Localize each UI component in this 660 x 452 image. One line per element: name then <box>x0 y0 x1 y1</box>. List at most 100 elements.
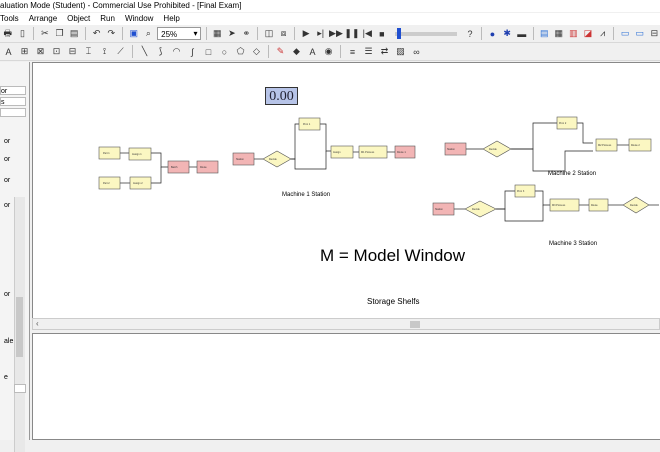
storage-icon[interactable]: ⊟ <box>649 27 660 40</box>
zoom-select[interactable]: 25% <box>157 27 201 40</box>
pause-icon[interactable]: ❚❚ <box>344 27 359 40</box>
arc-icon[interactable]: ◠ <box>170 45 183 58</box>
fill-pattern-icon[interactable]: ▨ <box>394 45 407 58</box>
background-color-icon[interactable]: ◉ <box>322 45 335 58</box>
spreadsheet-window[interactable] <box>32 333 660 440</box>
module-label: or <box>4 138 11 145</box>
zoom-icon[interactable]: ⌕ <box>143 27 155 40</box>
fill-color-icon[interactable]: ◆ <box>290 45 303 58</box>
rectangle-icon[interactable]: □ <box>202 45 215 58</box>
run-speed-slider[interactable] <box>394 27 458 39</box>
menu-tools[interactable]: Tools <box>0 13 19 25</box>
histogram-icon[interactable]: ▥ <box>568 27 580 40</box>
svg-text:Route: Route <box>200 166 207 169</box>
project-bar-field[interactable] <box>0 108 26 117</box>
help-icon[interactable]: ? <box>464 27 476 40</box>
horizontal-scroll-thumb[interactable] <box>410 321 420 328</box>
menu-window[interactable]: Window <box>125 13 153 25</box>
window-title: aluation Mode (Student) - Commercial Use… <box>0 0 660 12</box>
scroll-left-icon[interactable]: ‹ <box>36 319 39 328</box>
segment-icon[interactable]: ⟋ <box>114 45 127 58</box>
split-screen-icon[interactable]: ◫ <box>263 27 275 40</box>
menu-arrange[interactable]: Arrange <box>29 13 57 25</box>
paste-icon[interactable]: ▤ <box>68 27 80 40</box>
horizontal-scrollbar[interactable]: ‹ <box>32 318 660 330</box>
animate-icon[interactable]: ✱ <box>501 27 513 40</box>
line-icon[interactable]: ╲ <box>138 45 151 58</box>
line-color-icon[interactable]: ✎ <box>274 45 287 58</box>
machine-2-label: Machine 2 Station <box>548 171 597 177</box>
bar-icon[interactable]: ▬ <box>516 27 528 40</box>
menu-help[interactable]: Help <box>163 13 179 25</box>
print-icon[interactable]: 🖶 <box>2 27 14 40</box>
plot-icon[interactable]: ⩘ <box>597 27 609 40</box>
go-icon[interactable]: ▶ <box>300 27 312 40</box>
machine-1-label: Machine 1 Station <box>282 192 331 198</box>
slider-thumb[interactable] <box>396 27 401 39</box>
project-bar-field[interactable]: s <box>0 97 26 106</box>
module-label: or <box>4 291 11 298</box>
cut-icon[interactable]: ✂ <box>39 27 51 40</box>
menu-bar: Tools Arrange Object Run Window Help <box>0 13 660 25</box>
project-bar-field[interactable]: or <box>0 86 26 95</box>
submodel-icon[interactable]: ⧈ <box>278 27 290 40</box>
redo-icon[interactable]: ↷ <box>105 27 117 40</box>
end-icon[interactable]: ■ <box>376 27 388 40</box>
project-bar: or s or or or or or ale e <box>0 62 30 452</box>
draw-toolbar: A ⊞ ⊠ ⊡ ⊟ ⌶ ⟟ ⟋ ╲ ⟆ ◠ ∫ □ ○ ⬠ ◇ ✎ ◆ A ◉ … <box>0 43 660 61</box>
connect-icon[interactable]: ⚭ <box>241 27 253 40</box>
fast-forward-icon[interactable]: ▶▶ <box>329 27 343 40</box>
record-icon[interactable]: ● <box>487 27 499 40</box>
module-label: e <box>4 374 8 381</box>
line-width-icon[interactable]: ≡ <box>346 45 359 58</box>
route-icon[interactable]: ⊠ <box>34 45 47 58</box>
station-icon[interactable]: ⟟ <box>98 45 111 58</box>
conveyor-icon[interactable]: ⌶ <box>82 45 95 58</box>
model-window[interactable]: Part 1 Assign 1 Part 2 Assign 2 Batch Ro… <box>32 62 660 320</box>
svg-text:Station: Station <box>236 158 244 161</box>
svg-text:Part 1: Part 1 <box>103 152 110 155</box>
svg-text:Assign: Assign <box>333 151 341 154</box>
resource-icon[interactable]: ⊡ <box>50 45 63 58</box>
svg-text:Decide: Decide <box>630 204 638 207</box>
grid-icon[interactable]: ▦ <box>553 27 565 40</box>
polyline-icon[interactable]: ⟆ <box>154 45 167 58</box>
bezier-icon[interactable]: ∫ <box>186 45 199 58</box>
svg-text:Decide: Decide <box>489 148 497 151</box>
step-icon[interactable]: ▸| <box>315 27 327 40</box>
start-over-icon[interactable]: |◀ <box>361 27 373 40</box>
transporter-icon[interactable]: ⊟ <box>66 45 79 58</box>
level-icon[interactable]: ◪ <box>582 27 594 40</box>
svg-text:Route 2: Route 2 <box>631 144 640 147</box>
copy-icon[interactable]: ❐ <box>54 27 66 40</box>
insert-icon[interactable]: ⊞ <box>18 45 31 58</box>
queue-icon[interactable]: ▭ <box>634 27 646 40</box>
view-icon[interactable]: ▣ <box>128 27 140 40</box>
print-preview-icon[interactable]: ▯ <box>17 27 29 40</box>
machine-3-label: Machine 3 Station <box>549 241 598 247</box>
svg-text:Station: Station <box>435 208 443 211</box>
svg-text:Batch: Batch <box>171 166 178 169</box>
svg-text:Proc 1: Proc 1 <box>303 123 311 126</box>
menu-run[interactable]: Run <box>100 13 115 25</box>
storage-shelfs-label: Storage Shelfs <box>367 297 420 306</box>
variable-display[interactable]: 0.00 <box>265 87 298 105</box>
project-bar-scroll-thumb[interactable] <box>16 297 23 357</box>
ellipse-icon[interactable]: ○ <box>218 45 231 58</box>
text-icon[interactable]: A <box>2 45 15 58</box>
project-bar-button[interactable] <box>14 384 26 393</box>
layers-icon[interactable]: ▦ <box>211 27 223 40</box>
line-style-icon[interactable]: ☰ <box>362 45 375 58</box>
diamond-icon[interactable]: ◇ <box>250 45 263 58</box>
link-icon[interactable]: ∞ <box>410 45 423 58</box>
pointer-icon[interactable]: ➤ <box>226 27 238 40</box>
menu-object[interactable]: Object <box>67 13 90 25</box>
polygon-icon[interactable]: ⬠ <box>234 45 247 58</box>
monitor-icon[interactable]: ▭ <box>619 27 631 40</box>
table-icon[interactable]: ▤ <box>538 27 550 40</box>
svg-text:M1 Process: M1 Process <box>361 151 375 154</box>
undo-icon[interactable]: ↶ <box>91 27 103 40</box>
text-color-icon[interactable]: A <box>306 45 319 58</box>
arrow-style-icon[interactable]: ⇄ <box>378 45 391 58</box>
svg-text:Assign 2: Assign 2 <box>133 182 143 185</box>
